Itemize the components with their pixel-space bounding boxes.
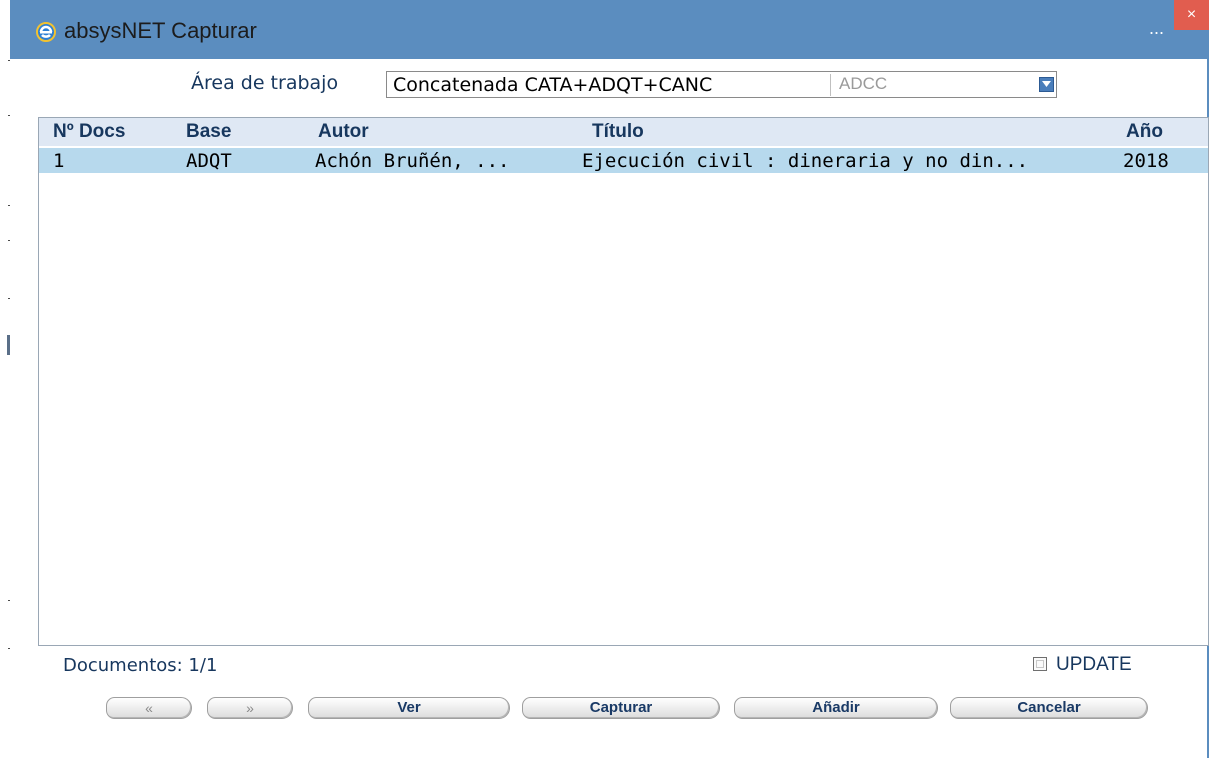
column-header-anio[interactable]: Año: [1126, 121, 1163, 143]
background-window-edge: [0, 0, 10, 758]
capture-dialog: absysNET Capturar ... × Área de trabajo …: [10, 0, 1209, 758]
document-count: Documentos: 1/1: [63, 655, 218, 676]
column-header-autor[interactable]: Autor: [318, 121, 369, 143]
update-label: UPDATE: [1056, 654, 1132, 675]
table-header: Nº Docs Base Autor Título Año: [39, 118, 1208, 146]
ver-button[interactable]: Ver: [308, 697, 510, 719]
workspace-label: Área de trabajo: [191, 72, 339, 94]
cell-ndocs: 1: [53, 150, 65, 172]
workspace-value: Concatenada CATA+ADQT+CANC: [393, 74, 713, 96]
workspace-code: ADCC: [830, 74, 1055, 96]
cell-base: ADQT: [186, 150, 232, 172]
results-table: Nº Docs Base Autor Título Año 1 ADQT Ach…: [38, 117, 1209, 646]
window-title: absysNET Capturar: [64, 18, 257, 43]
chevron-down-icon: [1042, 81, 1051, 87]
workspace-select[interactable]: Concatenada CATA+ADQT+CANC ADCC: [386, 71, 1057, 98]
cell-anio: 2018: [1123, 150, 1169, 172]
title-bar[interactable]: absysNET Capturar ... ×: [10, 0, 1209, 59]
cancelar-button[interactable]: Cancelar: [950, 697, 1148, 719]
table-row[interactable]: 1 ADQT Achón Bruñén, ... Ejecución civil…: [39, 148, 1208, 173]
column-header-ndocs[interactable]: Nº Docs: [53, 121, 125, 143]
ie-browser-icon: [34, 20, 58, 44]
close-button[interactable]: ×: [1174, 0, 1209, 30]
cell-autor: Achón Bruñén, ...: [315, 150, 510, 172]
close-icon: ×: [1186, 6, 1197, 23]
cell-titulo: Ejecución civil : dineraria y no din...: [582, 150, 1029, 172]
next-button[interactable]: »: [207, 697, 293, 719]
update-checkbox[interactable]: [1033, 657, 1047, 671]
overflow-dots: ...: [1149, 18, 1165, 38]
capturar-button[interactable]: Capturar: [522, 697, 720, 719]
column-header-base[interactable]: Base: [186, 121, 231, 143]
previous-button[interactable]: «: [106, 697, 192, 719]
workspace-dropdown-button[interactable]: [1039, 77, 1054, 92]
anadir-button[interactable]: Añadir: [734, 697, 938, 719]
column-header-titulo[interactable]: Título: [592, 121, 644, 143]
